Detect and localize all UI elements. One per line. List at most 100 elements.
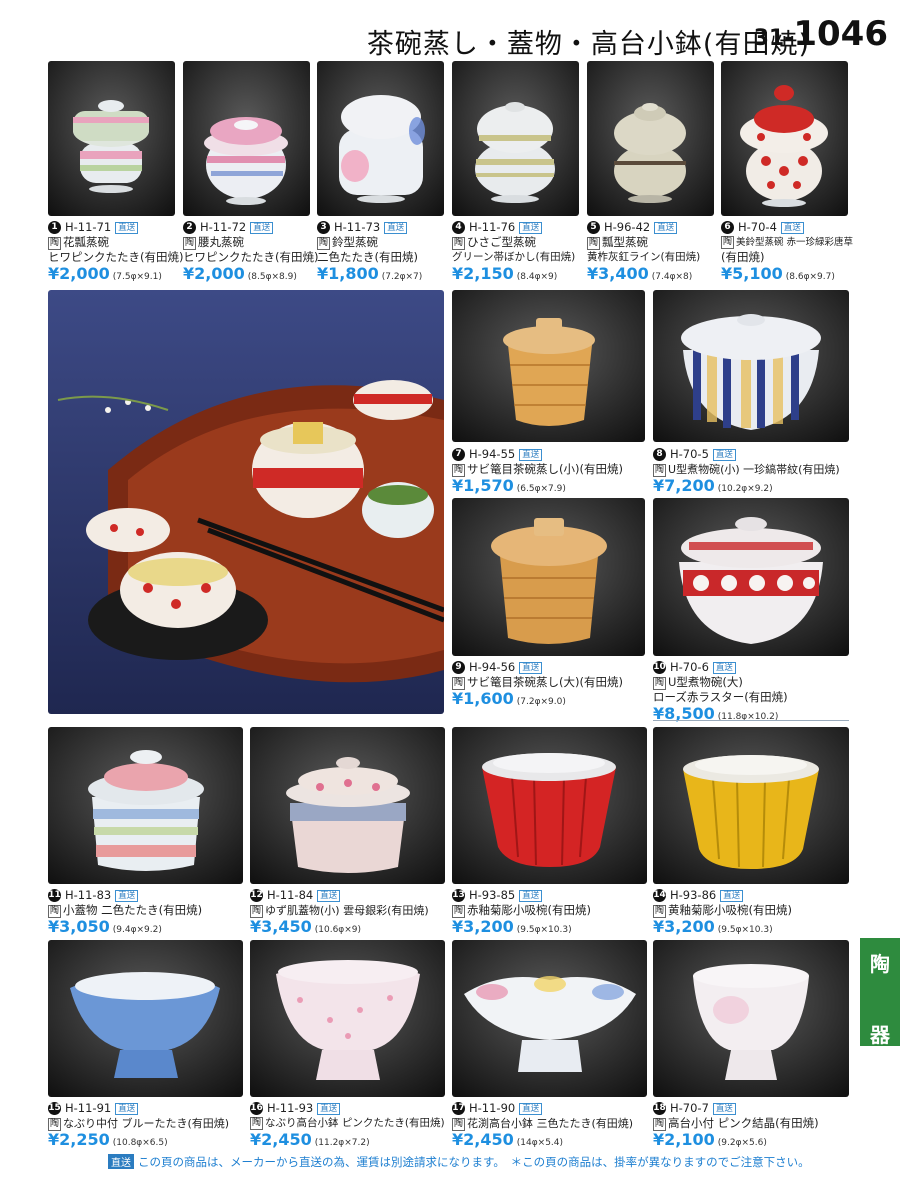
product-photo-6 [721,61,848,216]
product-caption-8: 8 H-70-5 直送 陶 U型煮物碗(小) 一珍縞帯紋(有田焼) ¥7,200 (10… [653,447,858,497]
product-price: ¥2,100 [653,1130,715,1149]
product-dimensions: (8.6φ×9.7) [785,272,835,282]
page-number: 31-1046 [754,14,888,54]
product-price: ¥8,500 [653,704,715,723]
product-photo-14 [653,727,849,884]
item-number: 16 [250,1102,263,1115]
product-dimensions: (14φ×5.4) [516,1138,564,1148]
product-caption-9: 9 H-94-56 直送 陶サビ篭目茶碗蒸し(大)(有田焼) ¥1,600 (7.2φ… [452,660,652,710]
product-name: U型煮物碗(大) [668,675,743,689]
product-photo-13 [452,727,647,884]
page-number-prefix: 31- [753,26,794,51]
product-name: サビ篭目茶碗蒸し(大)(有田焼) [467,675,623,689]
product-code: H-93-85 [469,888,516,902]
direct-ship-badge: 直送 [780,221,804,234]
product-caption-10: 10 H-70-6 直送 陶 U型煮物碗(大) ローズ赤ラスター(有田焼) ¥8,50… [653,660,853,725]
product-caption-14: 14 H-93-86 直送 陶黄釉菊彫小吸椀(有田焼) ¥3,200 (9.5φ×10… [653,888,853,938]
direct-ship-badge: 直送 [317,889,341,902]
product-code: H-11-91 [65,1101,112,1115]
page-title: 茶碗蒸し・蓋物・高台小鉢(有田焼) [366,29,810,60]
product-name: ゆず肌蓋物(小) 雲母銀彩(有田焼) [265,904,429,917]
product-code: H-11-90 [469,1101,516,1115]
product-name: 高台小付 ピンク結晶(有田焼) [668,1116,819,1130]
product-price: ¥1,570 [452,476,514,495]
product-dimensions: (9.5φ×10.3) [717,925,773,935]
product-price: ¥3,200 [452,917,514,936]
ceramic-badge: 陶 [653,677,667,690]
product-name-line2: 二色たたき(有田焼) [317,250,418,264]
product-caption-13: 13 H-93-85 直送 陶赤釉菊彫小吸椀(有田焼) ¥3,200 (9.5φ×10… [452,888,652,938]
item-number: 3 [317,221,330,234]
ceramic-badge: 陶 [587,237,601,250]
product-name-line2: 黄柞灰釭ライン(有田焼) [587,251,701,263]
direct-ship-badge: 直送 [712,448,736,461]
product-photo-7 [452,290,645,442]
product-caption-4: 4 H-11-76 直送 陶ひさご型蒸碗 グリーン帯ぼかし(有田焼) ¥2,150(… [452,220,582,285]
product-name: サビ篭目茶碗蒸し(小)(有田焼) [467,462,623,476]
product-name: ひさご型蒸碗 [467,235,537,249]
product-price: ¥2,250 [48,1130,110,1149]
product-code: H-11-73 [334,220,381,234]
product-code: H-96-42 [604,220,651,234]
product-photo-17 [452,940,647,1097]
product-caption-5: 5 H-96-42 直送 陶瓢型蒸碗 黄柞灰釭ライン(有田焼) ¥3,400 (7.4… [587,220,717,285]
product-name: 瓢型蒸碗 [602,235,649,249]
product-name: 赤釉菊彫小吸椀(有田焼) [467,903,591,917]
product-dimensions: (8.5φ×8.9) [247,272,297,282]
direct-ship-badge: 直送 [654,221,678,234]
product-price: ¥3,450 [250,917,312,936]
product-price: ¥3,400 [587,264,649,283]
product-code: H-11-93 [267,1101,314,1115]
product-name-line2: (有田焼) [721,250,765,264]
product-name: 鈴型蒸碗 [332,235,379,249]
product-caption-3: 3 H-11-73 直送 陶鈴型蒸碗 二色たたき(有田焼) ¥1,800 (7.2φ×… [317,220,447,285]
product-code: H-70-7 [670,1101,709,1115]
section-divider [653,720,849,721]
product-name-line2: グリーン帯ぼかし(有田焼) [452,251,576,263]
product-caption-11: 11 H-11-83 直送 陶小蓋物 二色たたき(有田焼) ¥3,050 (9.4φ×… [48,888,248,938]
product-dimensions: (11.2φ×7.2) [314,1138,370,1148]
product-photo-18 [653,940,849,1097]
product-name: 黄釉菊彫小吸椀(有田焼) [668,903,792,917]
item-number: 9 [452,661,465,674]
product-name: 花瓢蒸碗 [63,235,110,249]
direct-ship-badge: 直送 [519,889,543,902]
direct-ship-badge: 直送 [317,1102,341,1115]
product-code: H-70-4 [738,220,777,234]
ceramic-badge: 陶 [48,237,62,250]
direct-ship-badge: 直送 [250,221,274,234]
product-price: ¥7,200 [653,476,715,495]
direct-ship-badge: 直送 [720,889,744,902]
product-name: 花渕高台小鉢 三色たたき(有田焼) [467,1117,634,1130]
product-dimensions: (7.5φ×9.1) [112,272,162,282]
product-price: ¥5,100 [721,264,783,283]
product-name: 小蓋物 二色たたき(有田焼) [63,903,203,917]
item-number: 7 [452,448,465,461]
product-dimensions: (9.5φ×10.3) [516,925,572,935]
product-dimensions: (10.8φ×6.5) [112,1138,168,1148]
item-number: 13 [452,889,465,902]
item-number: 4 [452,221,465,234]
product-caption-6: 6 H-70-4 直送 陶美鈴型蒸碗 赤一珍緑彩唐草 (有田焼) ¥5,100 (8.… [721,220,856,285]
product-price: ¥3,050 [48,917,110,936]
product-caption-12: 12 H-11-84 直送 陶ゆず肌蓋物(小) 雲母銀彩(有田焼) ¥3,450 (1… [250,888,450,938]
ceramic-badge: 陶 [452,237,466,250]
product-dimensions: (7.4φ×8) [651,272,693,282]
product-caption-15: 15 H-11-91 直送 陶なぶり中付 ブルーたたき(有田焼) ¥2,250 (10… [48,1101,248,1151]
product-dimensions: (9.2φ×5.6) [717,1138,767,1148]
side-tab-char-2: 器 [870,1023,890,1047]
product-price: ¥2,150 [452,264,514,283]
page-number-value: 1046 [793,14,888,54]
category-side-tab: 陶 器 [860,938,900,1047]
product-photo-2 [183,61,310,216]
product-code: H-11-76 [469,220,516,234]
product-price: ¥2,000 [183,264,245,283]
direct-ship-badge: 直送 [115,221,139,234]
product-dimensions: (7.2φ×9.0) [516,697,566,707]
product-caption-7: 7 H-94-55 直送 陶サビ篭目茶碗蒸し(小)(有田焼) ¥1,570 (6.5φ… [452,447,652,497]
product-name: なぶり高台小鉢 ピンクたたき(有田焼) [265,1117,445,1129]
product-dimensions: (9.4φ×9.2) [112,925,162,935]
side-tab-char-1: 陶 [870,952,890,976]
product-caption-1: 1 H-11-71 直送 陶花瓢蒸碗 ヒワピンクたたき(有田焼) ¥2,000 (7.… [48,220,183,285]
product-code: H-94-56 [469,660,516,674]
